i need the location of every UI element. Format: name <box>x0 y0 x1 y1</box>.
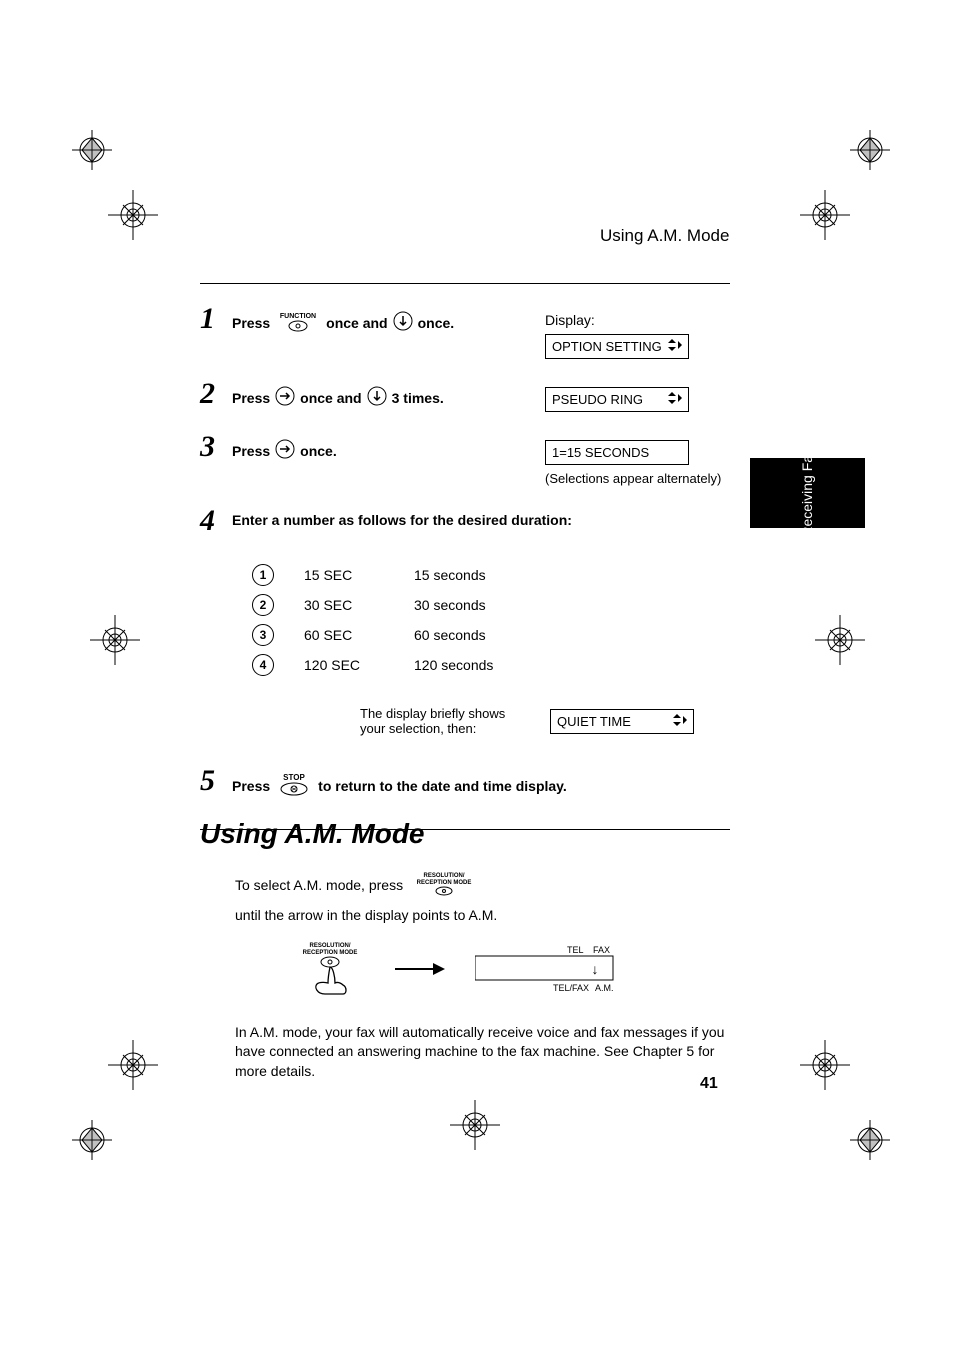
mode-lcd: TEL FAX ↓ TEL/FAX A.M. <box>475 944 615 1000</box>
registration-mark <box>800 190 850 240</box>
registration-mark <box>90 615 140 665</box>
section-title: Using A.M. Mode <box>200 818 425 850</box>
lcd-display: OPTION SETTING <box>545 334 689 359</box>
step-3: 3 Press once. 1=15 SECONDS (Selections a… <box>200 422 730 496</box>
lcd-label: TEL/FAX <box>553 983 589 993</box>
text: once and <box>300 390 361 406</box>
step-1: 1 Press FUNCTION once and o <box>200 294 730 369</box>
reception-mode-button-icon: RESOLUTION/ RECEPTION MODE <box>407 870 481 902</box>
lcd-display: 1=15 SECONDS <box>545 440 689 465</box>
lcd-text: PSEUDO RING <box>552 392 643 407</box>
svg-text:RESOLUTION/: RESOLUTION/ <box>309 943 350 949</box>
registration-mark <box>108 190 158 240</box>
stop-button-icon: STOP <box>274 772 314 799</box>
lcd-display: PSEUDO RING <box>545 387 689 412</box>
svg-text:STOP: STOP <box>283 773 305 782</box>
mode-diagram: RESOLUTION/ RECEPTION MODE TEL FAX ↓ <box>295 939 735 1005</box>
registration-mark <box>800 1040 850 1090</box>
updown-right-icon <box>668 392 682 407</box>
display-label: Display: <box>545 312 730 328</box>
text: once. <box>418 315 455 331</box>
number-option-row: 1 15 SEC 15 seconds <box>252 564 730 586</box>
option-desc: 15 seconds <box>414 567 534 583</box>
text: until the arrow in the display points to… <box>235 906 497 926</box>
text: To select A.M. mode, press <box>235 876 403 896</box>
page: Using A.M. Mode 3. Receiving Faxes 1 Pre… <box>0 0 954 1351</box>
registration-mark <box>815 615 865 665</box>
text: once. <box>300 443 337 459</box>
registration-mark <box>450 1100 500 1150</box>
text: Press <box>232 390 270 406</box>
lcd-display: QUIET TIME <box>550 709 694 734</box>
svg-text:↓: ↓ <box>592 961 599 977</box>
svg-text:RECEPTION MODE: RECEPTION MODE <box>417 880 472 886</box>
step-number: 3 <box>200 432 222 486</box>
registration-mark <box>72 1090 142 1160</box>
page-number: 41 <box>700 1075 718 1093</box>
chapter-tab: 3. Receiving Faxes <box>750 458 865 528</box>
option-desc: 120 seconds <box>414 657 534 673</box>
page-header: Using A.M. Mode <box>600 226 729 246</box>
option-label: 120 SEC <box>304 657 384 673</box>
svg-text:FUNCTION: FUNCTION <box>280 313 316 320</box>
note: (Selections appear alternately) <box>545 471 730 486</box>
function-button-icon: FUNCTION <box>274 310 322 335</box>
text: Press <box>232 443 270 459</box>
lcd-text: QUIET TIME <box>557 714 631 729</box>
number-option-row: 3 60 SEC 60 seconds <box>252 624 730 646</box>
keypad-number-icon: 4 <box>252 654 274 676</box>
updown-right-icon <box>668 339 682 354</box>
right-arrow-button-icon <box>274 438 296 463</box>
lcd-label: FAX <box>593 945 610 955</box>
option-desc: 60 seconds <box>414 627 534 643</box>
lcd-label: TEL <box>567 945 584 955</box>
arrow-right-icon <box>395 959 445 985</box>
option-label: 30 SEC <box>304 597 384 613</box>
keypad-number-icon: 1 <box>252 564 274 586</box>
section-paragraph: In A.M. mode, your fax will automaticall… <box>235 1023 735 1082</box>
registration-mark <box>820 1090 890 1160</box>
svg-text:RESOLUTION/: RESOLUTION/ <box>424 873 465 879</box>
step-4-note: The display briefly shows your selection… <box>360 706 530 736</box>
text: Press <box>232 778 270 794</box>
lcd-text: 1=15 SECONDS <box>552 445 649 460</box>
steps-box: 1 Press FUNCTION once and o <box>200 283 730 830</box>
text: 3 times. <box>392 390 444 406</box>
option-label: 15 SEC <box>304 567 384 583</box>
chapter-tab-label: 3. Receiving Faxes <box>800 433 815 552</box>
option-label: 60 SEC <box>304 627 384 643</box>
text: once and <box>326 315 387 331</box>
step-number: 5 <box>200 766 222 799</box>
down-arrow-button-icon <box>392 310 414 335</box>
lcd-label: A.M. <box>595 983 614 993</box>
updown-right-icon <box>673 714 687 729</box>
keypad-number-icon: 3 <box>252 624 274 646</box>
right-arrow-button-icon <box>274 385 296 410</box>
step-number: 1 <box>200 304 222 359</box>
number-option-row: 4 120 SEC 120 seconds <box>252 654 730 676</box>
option-desc: 30 seconds <box>414 597 534 613</box>
section-body: To select A.M. mode, press RESOLUTION/ R… <box>235 870 735 1082</box>
hand-press-icon: RESOLUTION/ RECEPTION MODE <box>295 939 365 1005</box>
step-number: 2 <box>200 379 222 412</box>
text: to return to the date and time display. <box>318 778 567 794</box>
step-4: 4 Enter a number as follows for the desi… <box>200 496 730 746</box>
text: Press <box>232 315 270 331</box>
step-4-intro: Enter a number as follows for the desire… <box>232 512 572 528</box>
number-option-row: 2 30 SEC 30 seconds <box>252 594 730 616</box>
step-2: 2 Press once and 3 times. PSEUDO RING <box>200 369 730 422</box>
down-arrow-button-icon <box>366 385 388 410</box>
registration-mark <box>108 1040 158 1090</box>
lcd-text: OPTION SETTING <box>552 339 662 354</box>
step-4-options: 1 15 SEC 15 seconds 2 30 SEC 30 seconds 3 60 SE… <box>232 556 730 684</box>
step-5: 5 Press STOP to return to the date and t… <box>200 746 730 809</box>
step-number: 4 <box>200 506 222 536</box>
keypad-number-icon: 2 <box>252 594 274 616</box>
svg-text:RECEPTION MODE: RECEPTION MODE <box>303 950 358 956</box>
